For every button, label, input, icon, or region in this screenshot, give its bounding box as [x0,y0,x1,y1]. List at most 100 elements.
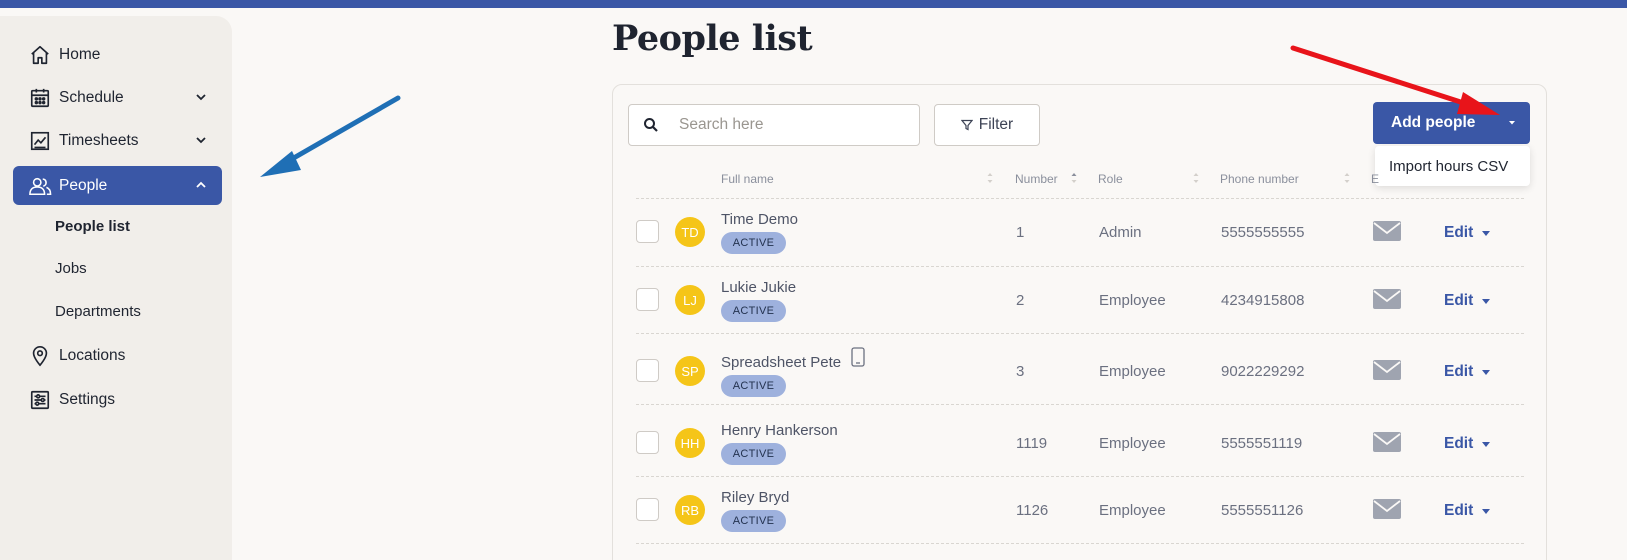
sidebar-item-people[interactable]: People [13,166,222,205]
top-accent-bar [0,0,1627,8]
sidebar-item-label: Settings [59,390,116,408]
timesheet-chart-icon [28,129,52,153]
avatar: SP [675,356,705,386]
sidebar-item-label: Schedule [59,88,124,106]
phone-cell: 5555551119 [1221,435,1303,452]
person-name-link[interactable]: Riley Bryd [721,489,789,506]
calendar-icon [28,86,52,110]
edit-label: Edit [1444,224,1474,241]
status-badge: ACTIVE [721,510,786,532]
caret-down-icon [1482,508,1491,514]
person-name-link[interactable]: Time Demo [721,211,798,228]
table-divider [636,543,1524,544]
sort-icon[interactable] [1193,171,1199,185]
table-divider [636,404,1524,405]
sidebar-subitem-jobs[interactable]: Jobs [55,260,87,277]
sliders-icon [28,388,52,412]
person-name-link[interactable]: Lukie Jukie [721,279,796,296]
sidebar-item-settings[interactable]: Settings [13,380,222,419]
people-icon [28,174,52,198]
sidebar-item-locations[interactable]: Locations [13,336,222,375]
table-divider [636,333,1524,334]
table-divider [636,476,1524,477]
column-header-number[interactable]: Number [1015,172,1058,186]
search-icon [644,118,658,132]
filter-button[interactable]: Filter [934,104,1040,146]
person-name-link[interactable]: Henry Hankerson [721,422,838,439]
edit-label: Edit [1444,435,1474,452]
sidebar-item-label: Timesheets [59,131,139,149]
table-divider [636,266,1524,267]
import-hours-csv-menu-item[interactable]: Import hours CSV [1375,146,1530,186]
sidebar-item-home[interactable]: Home [13,35,222,74]
row-checkbox[interactable] [636,498,659,521]
caret-down-icon [1482,369,1491,375]
column-header-full-name[interactable]: Full name [721,172,774,186]
home-icon [28,43,52,67]
avatar: RB [675,495,705,525]
sidebar-subitem-people-list[interactable]: People list [55,218,130,235]
edit-button[interactable]: Edit [1444,363,1491,381]
avatar: TD [675,217,705,247]
search-input[interactable] [679,116,899,134]
row-checkbox[interactable] [636,359,659,382]
sidebar-subitem-departments[interactable]: Departments [55,303,141,320]
number-cell: 2 [1016,292,1025,309]
mail-icon[interactable] [1373,360,1401,380]
sort-asc-icon[interactable] [1071,171,1077,185]
edit-button[interactable]: Edit [1444,435,1491,453]
page-title: People list [612,18,813,59]
sort-icon[interactable] [987,171,993,185]
edit-label: Edit [1444,502,1474,519]
add-people-button[interactable]: Add people [1373,102,1530,144]
mail-icon[interactable] [1373,499,1401,519]
number-cell: 3 [1016,363,1025,380]
mail-icon[interactable] [1373,221,1401,241]
edit-label: Edit [1444,292,1474,309]
sidebar-item-schedule[interactable]: Schedule [13,78,222,117]
edit-label: Edit [1444,363,1474,380]
edit-button[interactable]: Edit [1444,224,1491,242]
avatar: LJ [675,285,705,315]
add-people-label: Add people [1391,114,1476,131]
status-badge: ACTIVE [721,375,786,397]
row-checkbox[interactable] [636,431,659,454]
caret-down-icon [1482,441,1491,447]
caret-down-icon[interactable] [1508,120,1516,126]
chevron-down-icon [196,94,206,101]
caret-down-icon [1482,298,1491,304]
column-header-role[interactable]: Role [1098,172,1123,186]
mail-icon[interactable] [1373,432,1401,452]
phone-cell: 4234915808 [1221,292,1305,309]
role-cell: Employee [1099,363,1166,380]
number-cell: 1 [1016,224,1025,241]
status-badge: ACTIVE [721,300,786,322]
row-checkbox[interactable] [636,288,659,311]
status-badge: ACTIVE [721,232,786,254]
sidebar-item-label: Home [59,45,101,63]
phone-cell: 5555551126 [1221,502,1304,519]
column-header-email[interactable]: E [1371,172,1379,186]
person-name-link[interactable]: Spreadsheet Pete [721,354,841,371]
number-cell: 1126 [1016,502,1049,519]
role-cell: Employee [1099,502,1166,519]
phone-cell: 5555555555 [1221,224,1305,241]
sort-icon[interactable] [1344,171,1350,185]
filter-label: Filter [978,116,1014,133]
role-cell: Employee [1099,435,1166,452]
blue-annotation-arrow [260,95,401,177]
sidebar-item-timesheets[interactable]: Timesheets [13,121,222,160]
column-header-phone-number[interactable]: Phone number [1220,172,1299,186]
row-checkbox[interactable] [636,220,659,243]
status-badge: ACTIVE [721,443,786,465]
mail-icon[interactable] [1373,289,1401,309]
phone-cell: 9022229292 [1221,363,1305,380]
chevron-down-icon [196,137,206,144]
edit-button[interactable]: Edit [1444,502,1491,520]
map-pin-icon [28,344,52,368]
chevron-up-icon [196,181,206,188]
filter-icon [960,119,973,131]
edit-button[interactable]: Edit [1444,292,1491,310]
caret-down-icon [1482,230,1491,236]
search-box[interactable] [628,104,920,146]
